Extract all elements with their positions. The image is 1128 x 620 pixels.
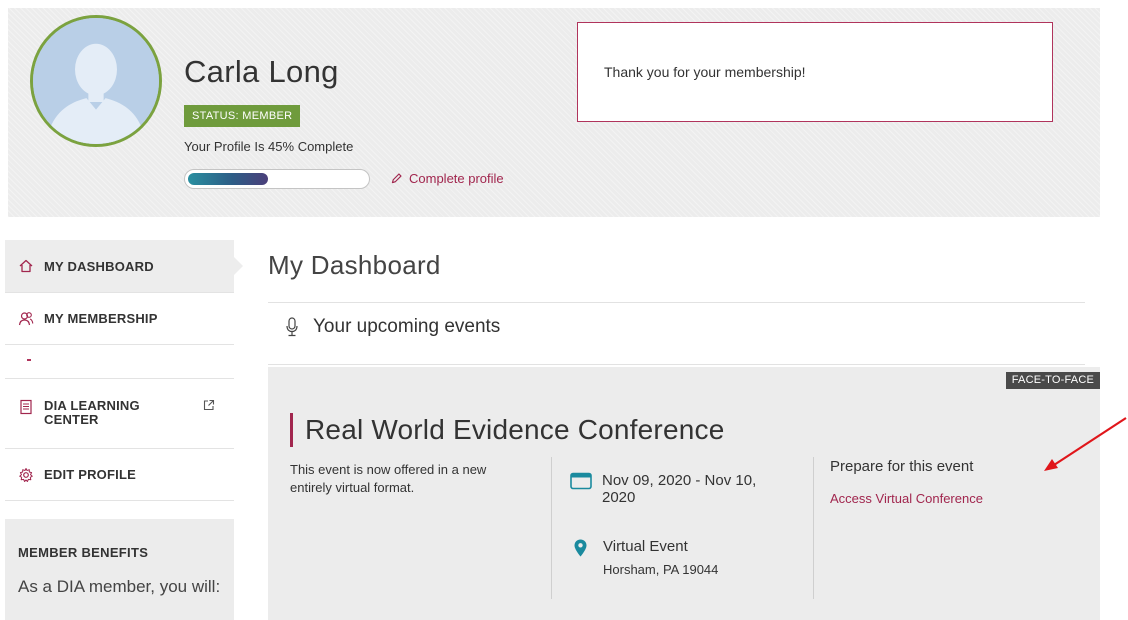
calendar-icon (570, 472, 592, 490)
profile-progress-fill (188, 173, 269, 185)
access-virtual-conference-link[interactable]: Access Virtual Conference (830, 491, 983, 506)
upcoming-events-title: Your upcoming events (313, 316, 501, 337)
member-benefits-title: MEMBER BENEFITS (18, 545, 149, 560)
page-title: My Dashboard (268, 250, 441, 280)
pencil-icon (391, 173, 402, 184)
sidebar-spacer (5, 345, 234, 379)
member-benefits-panel: MEMBER BENEFITS As a DIA member, you wil… (5, 519, 234, 620)
members-icon (18, 311, 34, 327)
membership-notice-text: Thank you for your membership! (604, 64, 806, 80)
profile-name: Carla Long (184, 54, 339, 89)
sidebar-item-my-membership[interactable]: MY MEMBERSHIP (5, 293, 234, 345)
column-divider (551, 457, 552, 599)
membership-notice: Thank you for your membership! (577, 22, 1053, 122)
event-location-name: Virtual Event (603, 538, 688, 555)
sidebar-item-edit-profile[interactable]: EDIT PROFILE (5, 449, 234, 501)
sidebar-item-label: MY MEMBERSHIP (44, 311, 158, 326)
profile-completion-text: Your Profile Is 45% Complete (184, 139, 354, 154)
event-description: This event is now offered in a new entir… (290, 462, 487, 495)
document-icon (18, 399, 34, 415)
sidebar-item-dia-learning-center[interactable]: DIA LEARNING CENTER (5, 379, 234, 449)
event-location-address: Horsham, PA 19044 (603, 562, 719, 577)
gear-icon (18, 467, 34, 483)
external-link-icon (203, 399, 215, 411)
event-location: Virtual Event Horsham, PA 19044 (570, 538, 718, 577)
event-date: Nov 09, 2020 - Nov 10, 2020 (570, 472, 782, 506)
column-divider (813, 457, 814, 599)
divider (268, 302, 1085, 303)
sidebar-item-label: MY DASHBOARD (44, 258, 154, 274)
sidebar-item-label: EDIT PROFILE (44, 467, 136, 482)
sidebar-dash (27, 359, 31, 361)
sidebar-item-label: DIA LEARNING CENTER (44, 398, 140, 427)
prepare-event-title: Prepare for this event (830, 458, 974, 475)
status-badge: STATUS: MEMBER (184, 105, 301, 127)
upcoming-events-heading: Your upcoming events (285, 316, 500, 338)
sidebar-nav: MY DASHBOARD MY MEMBERSHIP DIA LEARNING … (5, 240, 243, 620)
divider (268, 364, 1085, 365)
complete-profile-link[interactable]: Complete profile (390, 171, 504, 186)
event-type-badge: FACE-TO-FACE (1005, 372, 1100, 389)
microphone-icon (286, 317, 298, 337)
profile-progress-bar (184, 169, 370, 189)
complete-profile-label: Complete profile (409, 171, 504, 186)
sidebar-item-my-dashboard[interactable]: MY DASHBOARD (5, 240, 243, 293)
home-icon (18, 258, 34, 274)
location-pin-icon (574, 539, 587, 557)
user-silhouette-icon (33, 18, 159, 144)
avatar[interactable] (30, 15, 162, 147)
member-benefits-text: As a DIA member, you will: (18, 577, 221, 596)
event-card: FACE-TO-FACE Real World Evidence Confere… (268, 367, 1100, 620)
event-title[interactable]: Real World Evidence Conference (290, 413, 724, 447)
event-date-text: Nov 09, 2020 - Nov 10, 2020 (602, 472, 757, 506)
